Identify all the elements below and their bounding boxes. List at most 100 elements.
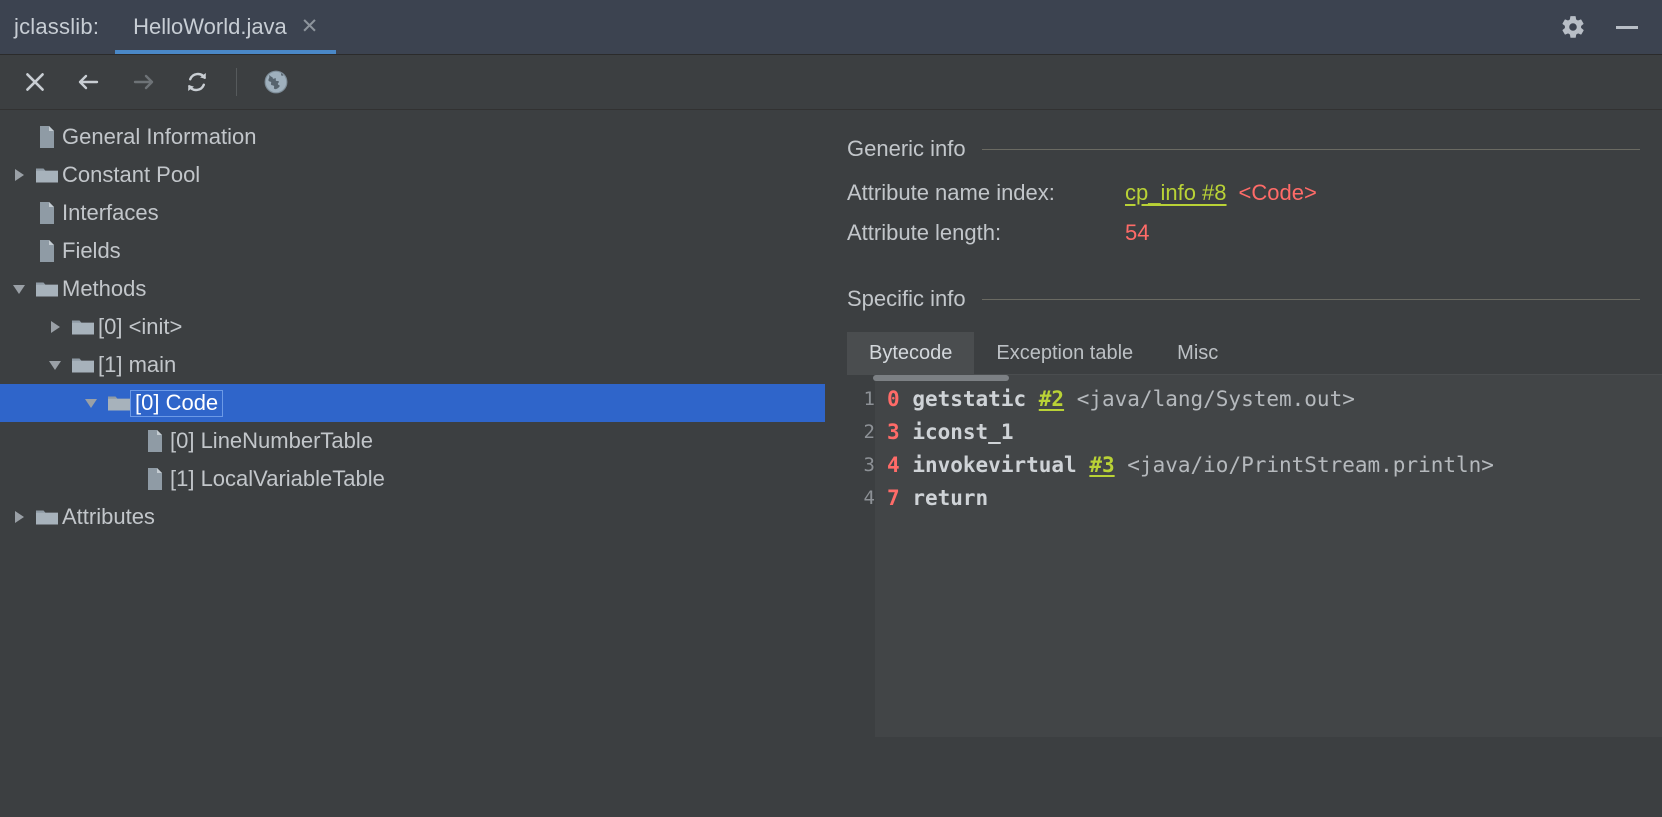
toolbar xyxy=(0,55,1662,110)
attribute-length-row: Attribute length: 54 xyxy=(847,220,1640,260)
tree-item-label: Methods xyxy=(62,276,147,301)
tree-item-methods[interactable]: Methods xyxy=(0,270,825,308)
chevron-right-icon[interactable] xyxy=(6,156,32,194)
specific-info-rule xyxy=(981,298,1640,300)
class-structure-tree[interactable]: General Information Constant Pool Interfac… xyxy=(0,110,825,817)
file-icon xyxy=(140,429,170,453)
tree-item-label: [1] LocalVariableTable xyxy=(170,466,385,491)
bytecode-opcode: invokevirtual xyxy=(912,453,1077,477)
horizontal-scrollbar[interactable] xyxy=(873,375,1009,381)
tree-item-label: Constant Pool xyxy=(62,162,201,187)
bytecode-offset: 0 xyxy=(887,387,900,411)
tab-label: HelloWorld.java xyxy=(133,14,287,39)
folder-icon xyxy=(32,165,62,185)
detail-pane: Generic info Attribute name index: cp_in… xyxy=(825,110,1662,817)
bytecode-line: 0 getstatic #2 <java/lang/System.out> xyxy=(887,383,1662,416)
line-number: 2 xyxy=(863,421,875,443)
bytecode-listing[interactable]: 0 getstatic #2 <java/lang/System.out> 3 i… xyxy=(875,375,1662,737)
cp-info-link[interactable]: cp_info #8 xyxy=(1125,180,1227,205)
tab-helloworld-java[interactable]: HelloWorld.java ✕ xyxy=(115,0,337,54)
specific-info-title: Specific info xyxy=(847,286,966,311)
specific-info-tabs: Bytecode Exception table Misc xyxy=(847,332,1662,374)
tree-item-label: Attributes xyxy=(62,504,155,529)
minimize-icon[interactable] xyxy=(1606,0,1648,54)
bytecode-offset: 3 xyxy=(887,420,900,444)
chevron-down-icon[interactable] xyxy=(6,270,32,308)
tree-item-0-init[interactable]: [0] <init> xyxy=(0,308,825,346)
bytecode-line: 7 return xyxy=(887,482,1662,515)
file-icon xyxy=(140,467,170,491)
bytecode-offset: 4 xyxy=(887,453,900,477)
tree-item-label: General Information xyxy=(62,124,257,149)
bytecode-opcode: return xyxy=(912,486,989,510)
bytecode-offset: 7 xyxy=(887,486,900,510)
tab-bytecode[interactable]: Bytecode xyxy=(847,332,975,374)
bytecode-opcode: getstatic xyxy=(912,387,1027,411)
tree-item-label: [0] LineNumberTable xyxy=(170,428,374,453)
folder-icon xyxy=(68,317,98,337)
tree-item-label: [0] <init> xyxy=(98,314,183,339)
minimize-glyph xyxy=(1616,25,1638,29)
line-number: 3 xyxy=(863,454,875,476)
tab-exception-table[interactable]: Exception table xyxy=(974,332,1155,374)
tree-item-label: Interfaces xyxy=(62,200,159,225)
tree-item-0-linenumbertable[interactable]: [0] LineNumberTable xyxy=(0,422,825,460)
forward-arrow-icon xyxy=(118,60,168,104)
tree-item-attributes[interactable]: Attributes xyxy=(0,498,825,536)
chevron-down-icon[interactable] xyxy=(42,346,68,384)
tree-item-constant-pool[interactable]: Constant Pool xyxy=(0,156,825,194)
folder-icon xyxy=(32,507,62,527)
chevron-right-icon[interactable] xyxy=(6,498,32,536)
tree-item-fields[interactable]: Fields xyxy=(0,232,825,270)
bytecode-description: <java/io/PrintStream.println> xyxy=(1127,453,1494,477)
bytecode-opcode: iconst_1 xyxy=(912,420,1014,444)
title-bar: jclasslib: HelloWorld.java ✕ xyxy=(0,0,1662,55)
line-number: 4 xyxy=(863,487,875,509)
tool-name-label: jclasslib: xyxy=(14,14,100,39)
generic-info-rule xyxy=(981,148,1640,150)
file-icon xyxy=(32,239,62,263)
chevron-right-icon[interactable] xyxy=(42,308,68,346)
generic-info-title: Generic info xyxy=(847,136,966,161)
close-icon[interactable] xyxy=(10,60,60,104)
line-number: 1 xyxy=(863,388,875,410)
gear-icon[interactable] xyxy=(1552,0,1594,54)
reload-icon[interactable] xyxy=(172,60,222,104)
bytecode-panel[interactable]: 1234 0 getstatic #2 <java/lang/System.ou… xyxy=(847,374,1662,737)
tree-item-interfaces[interactable]: Interfaces xyxy=(0,194,825,232)
bytecode-line: 4 invokevirtual #3 <java/io/PrintStream.… xyxy=(887,449,1662,482)
attribute-length-value: 54 xyxy=(1125,220,1150,245)
generic-info-header: Generic info xyxy=(825,120,1662,162)
toolbar-separator xyxy=(236,68,237,96)
folder-icon xyxy=(32,279,62,299)
tree-item-1-localvariabletable[interactable]: [1] LocalVariableTable xyxy=(0,460,825,498)
tree-item-label: [0] Code xyxy=(130,389,224,417)
main-split: General Information Constant Pool Interfac… xyxy=(0,110,1662,817)
attribute-name-index-row: Attribute name index: cp_info #8 <Code> xyxy=(847,180,1640,220)
tree-item-1-main[interactable]: [1] main xyxy=(0,346,825,384)
attribute-name-text: <Code> xyxy=(1238,180,1317,205)
constant-pool-ref-link[interactable]: #3 xyxy=(1089,453,1114,477)
attribute-name-index-label: Attribute name index: xyxy=(847,180,1055,205)
bytecode-line: 3 iconst_1 xyxy=(887,416,1662,449)
constant-pool-ref-link[interactable]: #2 xyxy=(1039,387,1064,411)
tree-item-general-information[interactable]: General Information xyxy=(0,118,825,156)
back-arrow-icon[interactable] xyxy=(64,60,114,104)
tab-misc[interactable]: Misc xyxy=(1155,332,1240,374)
line-number-gutter: 1 2 3 4 xyxy=(847,375,875,737)
tree-item-0-code[interactable]: [0] Code xyxy=(0,384,825,422)
folder-icon xyxy=(68,355,98,375)
chevron-down-icon[interactable] xyxy=(78,384,104,422)
attribute-length-label: Attribute length: xyxy=(847,220,1002,245)
close-icon[interactable]: ✕ xyxy=(301,16,319,39)
tab-active-underline xyxy=(115,50,337,54)
file-icon xyxy=(32,201,62,225)
specific-info-header: Specific info xyxy=(825,260,1662,312)
browse-web-icon[interactable] xyxy=(251,60,301,104)
tree-item-label: [1] main xyxy=(98,352,177,377)
